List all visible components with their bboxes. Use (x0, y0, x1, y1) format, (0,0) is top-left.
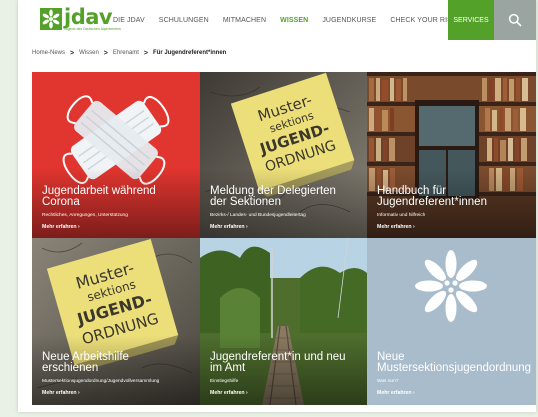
page-frame: jdav Jugend des Deutschen Alpenvereins D… (18, 0, 536, 412)
services-button[interactable]: SERVICES (448, 0, 494, 40)
card-subtitle: Mustersektionsjugendordnung/Jugendvollve… (42, 379, 160, 384)
site-header: jdav Jugend des Deutschen Alpenvereins D… (18, 0, 536, 40)
card-subtitle: Informativ und hilfreich (377, 213, 426, 218)
card-subtitle: Was nun? (377, 379, 399, 384)
search-button[interactable] (494, 0, 536, 40)
card-subtitle: Bezirks-/ Landes- und Bundesjugendleiter… (210, 213, 306, 218)
card-jugendarbeit-corona[interactable]: Jugendarbeit während Corona Rechtliches,… (32, 72, 200, 238)
card-more-link[interactable]: Mehr erfahren › (42, 390, 80, 396)
card-handbuch[interactable]: Handbuch für Jugendreferent*innen Inform… (367, 72, 536, 238)
breadcrumb-ehrenamt[interactable]: Ehrenamt (113, 50, 139, 56)
card-title-line: im Amt (210, 362, 246, 374)
breadcrumb-current-page: Für Jugendreferent*innen (152, 50, 227, 56)
breadcrumb-separator: > (143, 49, 148, 57)
card-title-line: Mustersektionsjugendordnung (377, 362, 532, 374)
edelweiss-logo-icon (40, 8, 62, 30)
card-title-line: erschienen (42, 362, 99, 374)
jdav-logo[interactable]: jdav Jugend des Deutschen Alpenvereins (40, 5, 121, 34)
card-neu-im-amt[interactable]: Jugendreferent*in und neu im Amt Einstie… (200, 238, 367, 405)
card-neue-arbeitshilfe[interactable]: Muster- sektions JUGEND- ORDNUNG Neue Ar… (32, 238, 200, 405)
breadcrumb: Home-News > Wissen > Ehrenamt > Für Juge… (32, 46, 226, 60)
nav-item-mitmachen[interactable]: MITMACHEN (223, 17, 266, 24)
card-title-line: Jugendreferent*innen (377, 196, 487, 208)
card-meldung-delegierte[interactable]: Muster- sektions JUGEND- ORDNUNG Meldung… (200, 72, 367, 238)
card-subtitle: Rechtliches, Anregungen, Unterstützung (42, 213, 128, 218)
card-more-link[interactable]: Mehr erfahren › (377, 390, 415, 396)
breadcrumb-home-news[interactable]: Home-News (32, 50, 65, 56)
breadcrumb-separator: > (70, 49, 75, 57)
breadcrumb-wissen[interactable]: Wissen (79, 50, 99, 56)
card-title-line: der Sektionen (210, 196, 281, 208)
breadcrumb-separator: > (103, 49, 108, 57)
nav-item-check-your-risk[interactable]: CHECK YOUR RISK (390, 17, 456, 24)
edelweiss-icon (415, 250, 487, 322)
card-more-link[interactable]: Mehr erfahren › (42, 224, 80, 230)
card-more-link[interactable]: Mehr erfahren › (210, 390, 248, 396)
logo-wordmark: jdav (64, 5, 113, 29)
nav-item-die-jdav[interactable]: DIE JDAV (113, 17, 145, 24)
nav-item-schulungen[interactable]: SCHULUNGEN (159, 17, 209, 24)
card-neue-mustersektionsjugendordnung[interactable]: Neue Mustersektionsjugendordnung Was nun… (367, 238, 536, 405)
card-title-line: Corona (42, 196, 80, 208)
search-icon (508, 13, 522, 27)
main-navigation: DIE JDAV SCHULUNGEN MITMACHEN WISSEN JUG… (113, 0, 471, 40)
nav-item-jugendkurse[interactable]: JUGENDKURSE (322, 17, 376, 24)
card-more-link[interactable]: Mehr erfahren › (210, 224, 248, 230)
card-subtitle: Einstiegshilfe (210, 379, 239, 384)
card-more-link[interactable]: Mehr erfahren › (377, 224, 415, 230)
nav-item-wissen[interactable]: WISSEN (280, 17, 308, 24)
